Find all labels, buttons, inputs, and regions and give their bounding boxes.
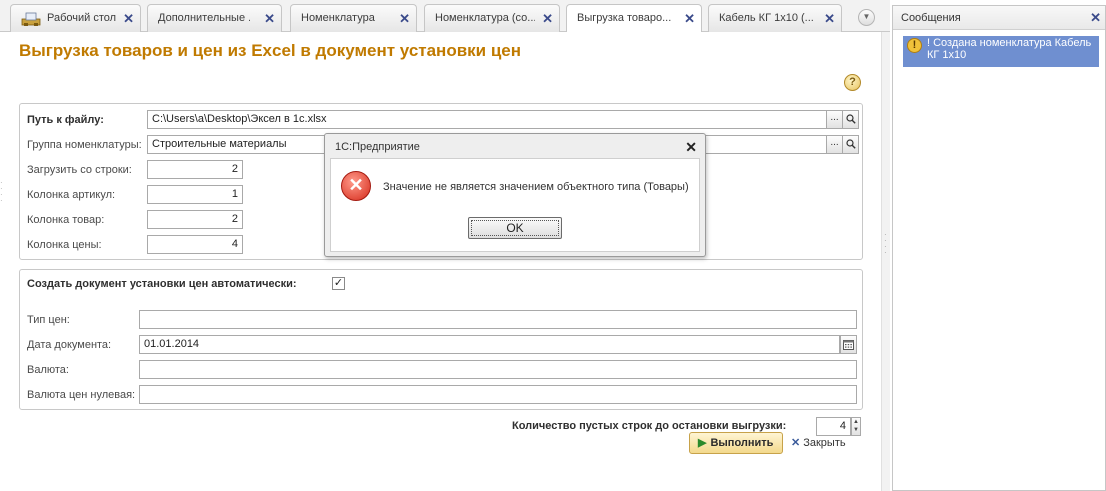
dialog-titlebar: 1С:Предприятие ✕	[325, 134, 705, 158]
close-label: Закрыть	[803, 437, 846, 449]
tab-label: Номенклатура	[301, 12, 375, 24]
error-icon: ✕	[341, 171, 371, 201]
error-dialog: 1С:Предприятие ✕ ✕ Значение не является …	[324, 133, 706, 257]
tab-desktop[interactable]: Рабочий стол ✕	[10, 4, 141, 32]
page-title: Выгрузка товаров и цен из Excel в докуме…	[19, 41, 522, 60]
close-icon[interactable]: ✕	[399, 5, 410, 32]
currency-label: Валюта:	[27, 364, 69, 376]
close-icon[interactable]: ✕	[1090, 6, 1101, 30]
tab-label: Номенклатура (со...	[435, 12, 535, 24]
play-icon: ▶	[698, 437, 707, 449]
path-label: Путь к файлу:	[27, 114, 104, 126]
price-type-input[interactable]	[139, 310, 857, 329]
doc-date-label: Дата документа:	[27, 339, 112, 351]
close-icon[interactable]: ✕	[685, 134, 697, 160]
export-form: Выгрузка товаров и цен из Excel в докуме…	[8, 32, 880, 491]
tab-label: Кабель КГ 1x10 (...	[719, 12, 814, 24]
article-column-input[interactable]: 1	[147, 185, 243, 204]
file-path-input[interactable]: C:\Users\a\Desktop\Эксел в 1с.xlsx	[147, 110, 827, 129]
close-icon[interactable]: ✕	[123, 5, 134, 32]
left-splitter-grip[interactable]: · · · ·	[0, 179, 4, 205]
warning-icon: !	[907, 38, 922, 53]
price-column-input[interactable]: 4	[147, 235, 243, 254]
tab-label: Дополнительные ...	[158, 12, 250, 24]
tab-label: Выгрузка товаро...	[577, 12, 672, 24]
empty-rows-input[interactable]: 4	[816, 417, 851, 436]
close-icon[interactable]: ✕	[684, 5, 695, 32]
ok-button[interactable]: OK	[468, 217, 562, 239]
tab-nomenclature[interactable]: Номенклатура ✕	[290, 4, 417, 32]
empty-rows-label: Количество пустых строк до остановки выг…	[512, 420, 787, 432]
tab-nomenclature-composition[interactable]: Номенклатура (со... ✕	[424, 4, 560, 32]
panel-splitter[interactable]: · · · ·	[881, 32, 890, 491]
dialog-message: Значение не является значением объектног…	[383, 181, 689, 193]
goods-column-label: Колонка товар:	[27, 214, 105, 226]
group-search-icon[interactable]	[842, 135, 859, 154]
path-search-icon[interactable]	[842, 110, 859, 129]
tab-export-goods[interactable]: Выгрузка товаро... ✕	[566, 4, 702, 33]
tab-list-chevron-icon[interactable]: ▼	[858, 9, 875, 26]
group-select-button[interactable]: ...	[826, 135, 843, 154]
close-button[interactable]: ✕ Закрыть	[791, 436, 846, 449]
start-row-label: Загрузить со строки:	[27, 164, 132, 176]
message-text: ! Создана номенклатура Кабель КГ 1x10	[927, 37, 1092, 61]
close-icon[interactable]: ✕	[824, 5, 835, 32]
price-type-label: Тип цен:	[27, 314, 70, 326]
auto-document-group: Создать документ установки цен автоматич…	[19, 269, 863, 410]
doc-date-input[interactable]: 01.01.2014	[139, 335, 840, 354]
splitter-grip: · · · ·	[884, 230, 887, 257]
desktop-icon	[21, 10, 41, 27]
close-icon: ✕	[791, 437, 801, 449]
zero-currency-input[interactable]	[139, 385, 857, 404]
article-column-label: Колонка артикул:	[27, 189, 116, 201]
tab-cable[interactable]: Кабель КГ 1x10 (... ✕	[708, 4, 842, 32]
message-item[interactable]: ! ! Создана номенклатура Кабель КГ 1x10	[903, 36, 1099, 67]
tab-bar: Рабочий стол ✕ Дополнительные ... ✕ Номе…	[0, 0, 890, 33]
tab-label: Рабочий стол	[47, 12, 117, 24]
run-label: Выполнить	[710, 437, 774, 449]
messages-title: Сообщения	[901, 12, 961, 24]
dialog-body: ✕ Значение не является значением объектн…	[330, 158, 700, 252]
dialog-title: 1С:Предприятие	[335, 141, 420, 153]
empty-rows-spinner[interactable]: ▲ ▼	[851, 417, 861, 436]
zero-currency-label: Валюта цен нулевая:	[27, 389, 136, 401]
path-select-button[interactable]: ...	[826, 110, 843, 129]
auto-doc-label: Создать документ установки цен автоматич…	[27, 278, 297, 290]
goods-column-input[interactable]: 2	[147, 210, 243, 229]
calendar-icon[interactable]	[840, 335, 857, 354]
close-icon[interactable]: ✕	[542, 5, 553, 32]
messages-panel: Сообщения ✕ ! ! Создана номенклатура Каб…	[892, 5, 1106, 491]
help-icon[interactable]: ?	[844, 74, 861, 91]
start-row-input[interactable]: 2	[147, 160, 243, 179]
run-button[interactable]: ▶ Выполнить	[689, 432, 783, 454]
group-label: Группа номенклатуры:	[27, 139, 142, 151]
price-column-label: Колонка цены:	[27, 239, 102, 251]
auto-doc-checkbox[interactable]: ✓	[332, 277, 345, 290]
currency-input[interactable]	[139, 360, 857, 379]
close-icon[interactable]: ✕	[264, 5, 275, 32]
tab-additional[interactable]: Дополнительные ... ✕	[147, 4, 282, 32]
messages-header: Сообщения ✕	[893, 6, 1105, 30]
